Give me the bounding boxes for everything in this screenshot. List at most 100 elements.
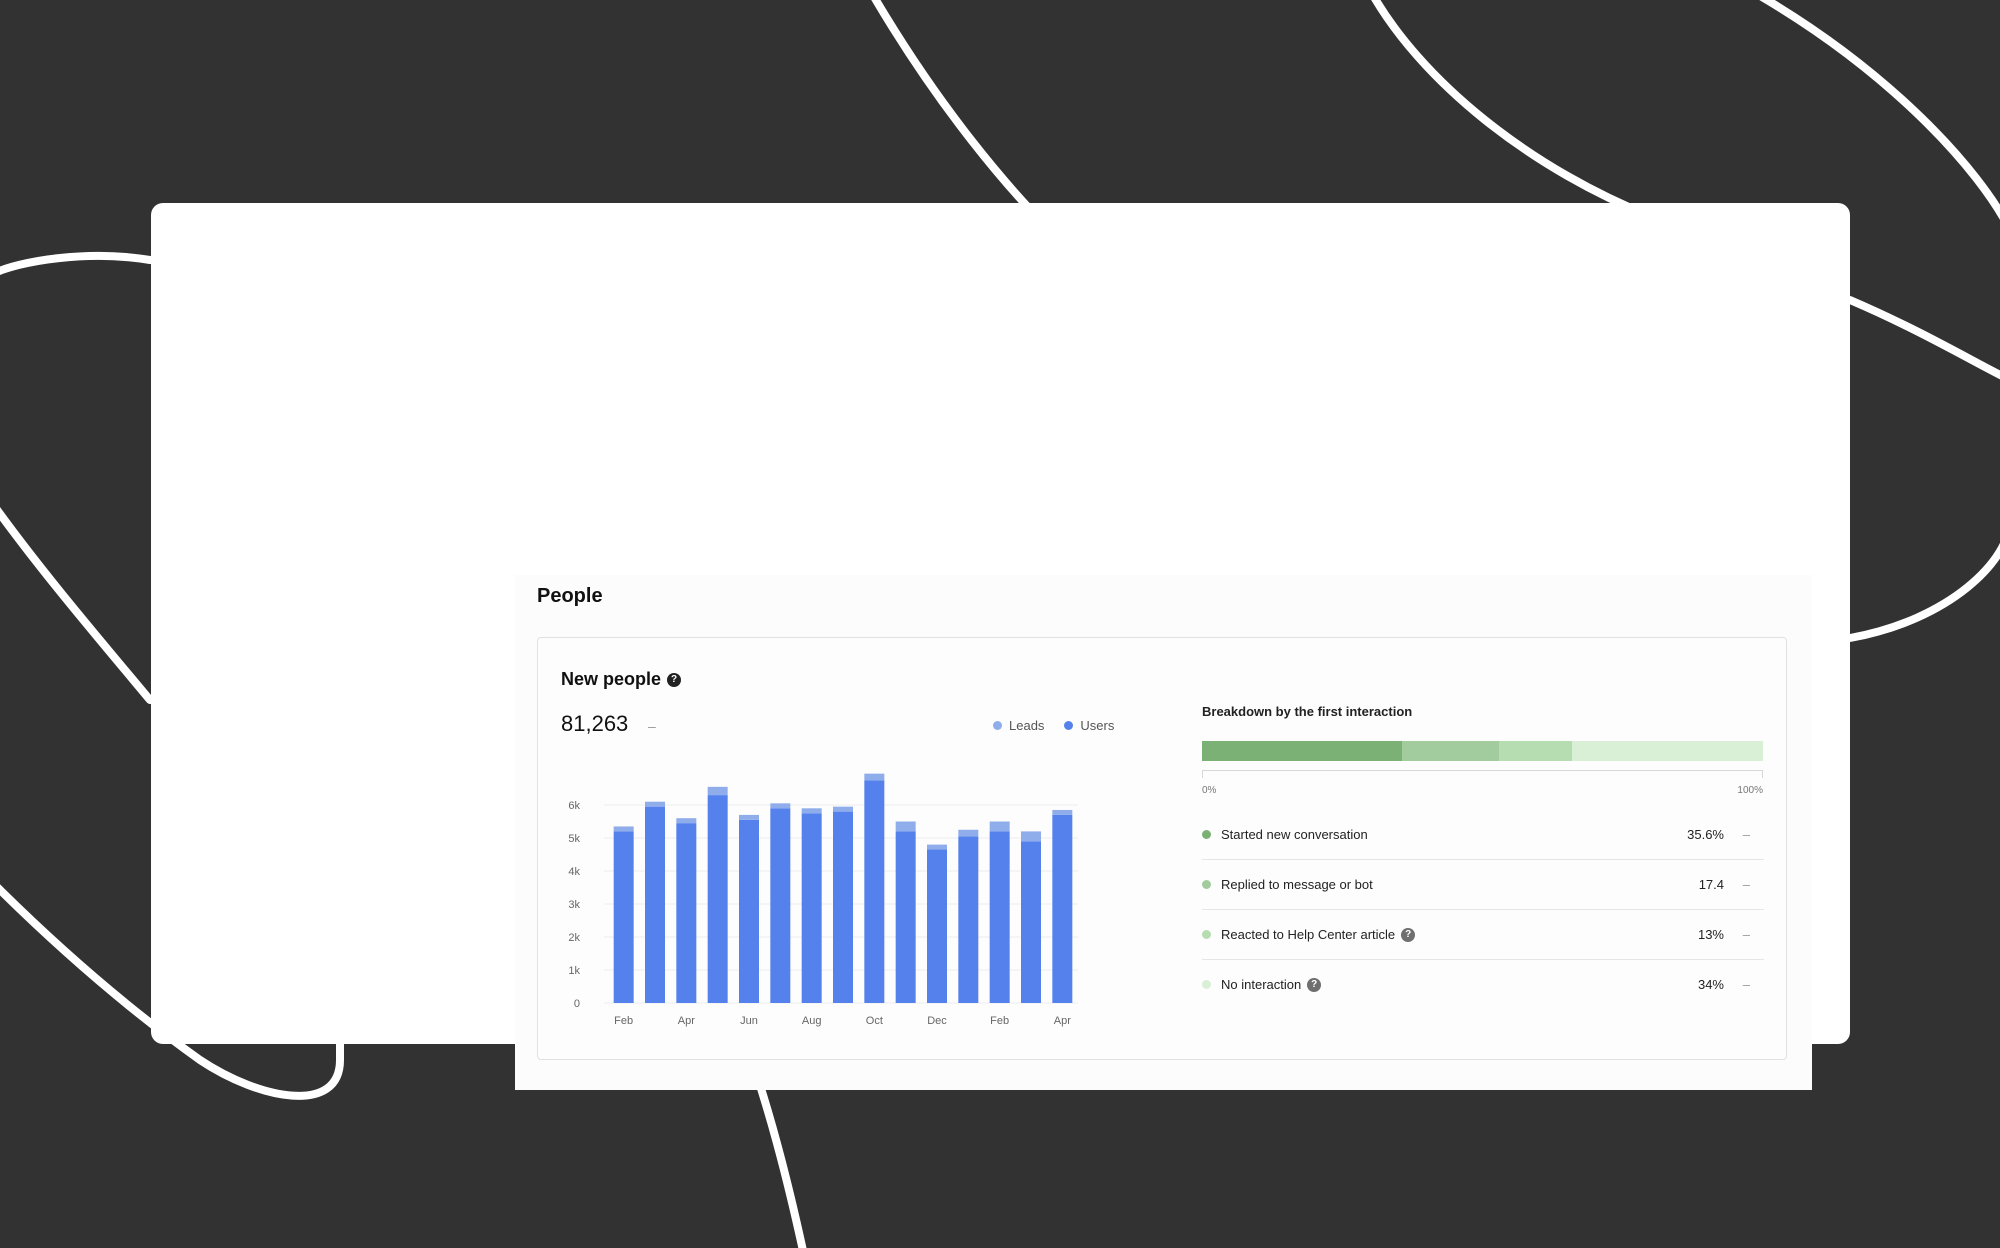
row-dot — [1202, 830, 1211, 839]
widget-title: New people ? — [561, 669, 682, 690]
bar-leads-mar — [1021, 831, 1041, 842]
row-dot — [1202, 880, 1211, 889]
section-title: People — [537, 585, 603, 607]
widget-title-text: New people — [561, 669, 662, 689]
bar-users-jul — [770, 808, 791, 1003]
bar-leads-feb — [989, 821, 1010, 832]
breakdown-segment-reacted[interactable] — [1499, 741, 1573, 761]
row-change: – — [1742, 927, 1750, 942]
bar-users-aug — [801, 813, 822, 1003]
bar-leads-feb — [613, 826, 634, 832]
x-tick-label: Aug — [802, 1015, 822, 1027]
scale-min-label: 0% — [1202, 785, 1217, 796]
breakdown-list: Started new conversation 35.6% – Replied… — [1202, 810, 1764, 1009]
bar-users-nov — [895, 831, 916, 1003]
row-value: 13% — [1697, 927, 1724, 942]
x-tick-label: Oct — [866, 1015, 883, 1027]
row-label-wrap: Started new conversation — [1221, 827, 1368, 842]
bar-leads-oct — [864, 773, 885, 781]
question-mark-icon[interactable]: ? — [1307, 977, 1322, 992]
y-tick-label: 5k — [568, 833, 580, 845]
bar-leads-may — [707, 786, 728, 796]
breakdown-row-replied[interactable]: Replied to message or bot 17.4 – — [1202, 860, 1764, 910]
row-change: – — [1742, 877, 1750, 892]
legend-dot-leads — [993, 721, 1002, 730]
legend-label-leads: Leads — [1009, 718, 1045, 733]
bar-leads-jul — [770, 803, 791, 809]
bar-leads-aug — [801, 808, 822, 814]
row-label: No interaction — [1221, 977, 1302, 992]
bar-leads-mar — [645, 801, 665, 807]
new-people-widget: New people ? 81,263 – Leads Users 0 1k 2k 3… — [537, 637, 1787, 1060]
bar-users-jun — [739, 819, 759, 1003]
x-tick-label: Feb — [614, 1015, 633, 1027]
bar-users-apr — [1052, 814, 1073, 1003]
row-change: – — [1742, 977, 1750, 992]
bar-leads-sep — [833, 806, 853, 812]
breakdown-row-none[interactable]: No interaction ? 34% – — [1202, 960, 1764, 1009]
bar-leads-jun — [739, 814, 759, 820]
breakdown-stacked-bar — [1202, 741, 1763, 761]
bar-users-may — [707, 795, 728, 1003]
y-tick-label: 0 — [574, 998, 580, 1010]
row-value: 17.4 — [1698, 877, 1724, 892]
people-report-panel: People New people ? 81,263 – Leads Users… — [515, 575, 1812, 1090]
breakdown-segment-started[interactable] — [1202, 741, 1402, 761]
x-tick-label: Apr — [1054, 1015, 1071, 1027]
bar-users-mar — [645, 806, 665, 1003]
bar-users-dec — [927, 849, 947, 1003]
x-tick-label: Dec — [927, 1015, 947, 1027]
scale-max-label: 100% — [1737, 785, 1763, 796]
breakdown-scale — [1202, 770, 1763, 778]
new-people-total: 81,263 — [561, 711, 629, 736]
bar-leads-jan — [958, 829, 979, 837]
y-tick-label: 1k — [568, 965, 580, 977]
bar-users-jan — [958, 836, 979, 1003]
row-label-wrap: Reacted to Help Center article ? — [1221, 927, 1416, 942]
bar-leads-apr — [1052, 809, 1073, 815]
row-label-wrap: No interaction ? — [1221, 977, 1322, 992]
x-tick-label: Feb — [990, 1015, 1009, 1027]
row-dot — [1202, 980, 1211, 989]
row-change: – — [1742, 827, 1750, 842]
row-value: 34% — [1697, 977, 1724, 992]
bar-leads-nov — [895, 821, 916, 832]
bar-leads-apr — [676, 818, 697, 824]
breakdown-scale-labels: 0% 100% — [1202, 785, 1763, 796]
y-tick-label: 2k — [568, 932, 580, 944]
row-dot — [1202, 930, 1211, 939]
bar-users-apr — [676, 823, 697, 1003]
breakdown-title: Breakdown by the first interaction — [1202, 704, 1413, 719]
y-tick-label: 3k — [568, 899, 580, 911]
new-people-bar-chart: 0 1k 2k 3k 4k 5k 6k Feb Apr Jun Aug Oct Dec Feb Apr — [568, 773, 1078, 1027]
chart-legend: Leads Users — [993, 718, 1114, 733]
legend-item-leads[interactable]: Leads — [993, 718, 1044, 733]
breakdown-row-started[interactable]: Started new conversation 35.6% – — [1202, 810, 1764, 860]
breakdown-segment-replied[interactable] — [1401, 741, 1500, 761]
content-card: People New people ? 81,263 – Leads Users… — [151, 203, 1850, 1090]
row-label: Started new conversation — [1221, 827, 1368, 842]
y-tick-label: 6k — [568, 800, 580, 812]
legend-dot-users — [1064, 721, 1074, 730]
x-tick-label: Jun — [740, 1015, 758, 1027]
total-change: – — [648, 718, 656, 734]
bar-users-feb — [613, 831, 634, 1003]
bar-users-mar — [1021, 841, 1041, 1003]
bar-leads-dec — [927, 844, 947, 850]
row-value: 35.6% — [1687, 827, 1724, 842]
breakdown-section: Breakdown by the first interaction 0% 10… — [1202, 704, 1764, 1009]
breakdown-segment-none[interactable] — [1572, 741, 1763, 761]
legend-label-users: Users — [1080, 718, 1115, 733]
question-mark-icon[interactable]: ? — [1401, 927, 1416, 942]
y-tick-label: 4k — [568, 866, 580, 878]
breakdown-row-reacted[interactable]: Reacted to Help Center article ? 13% – — [1202, 910, 1764, 960]
x-tick-label: Apr — [678, 1015, 695, 1027]
bar-users-oct — [864, 780, 885, 1003]
bar-users-feb — [989, 831, 1010, 1003]
row-label: Replied to message or bot — [1221, 877, 1373, 892]
bar-users-sep — [833, 811, 853, 1003]
question-mark-icon[interactable]: ? — [667, 672, 682, 687]
legend-item-users[interactable]: Users — [1064, 718, 1114, 733]
row-label: Reacted to Help Center article — [1221, 927, 1396, 942]
row-label-wrap: Replied to message or bot — [1221, 877, 1373, 892]
